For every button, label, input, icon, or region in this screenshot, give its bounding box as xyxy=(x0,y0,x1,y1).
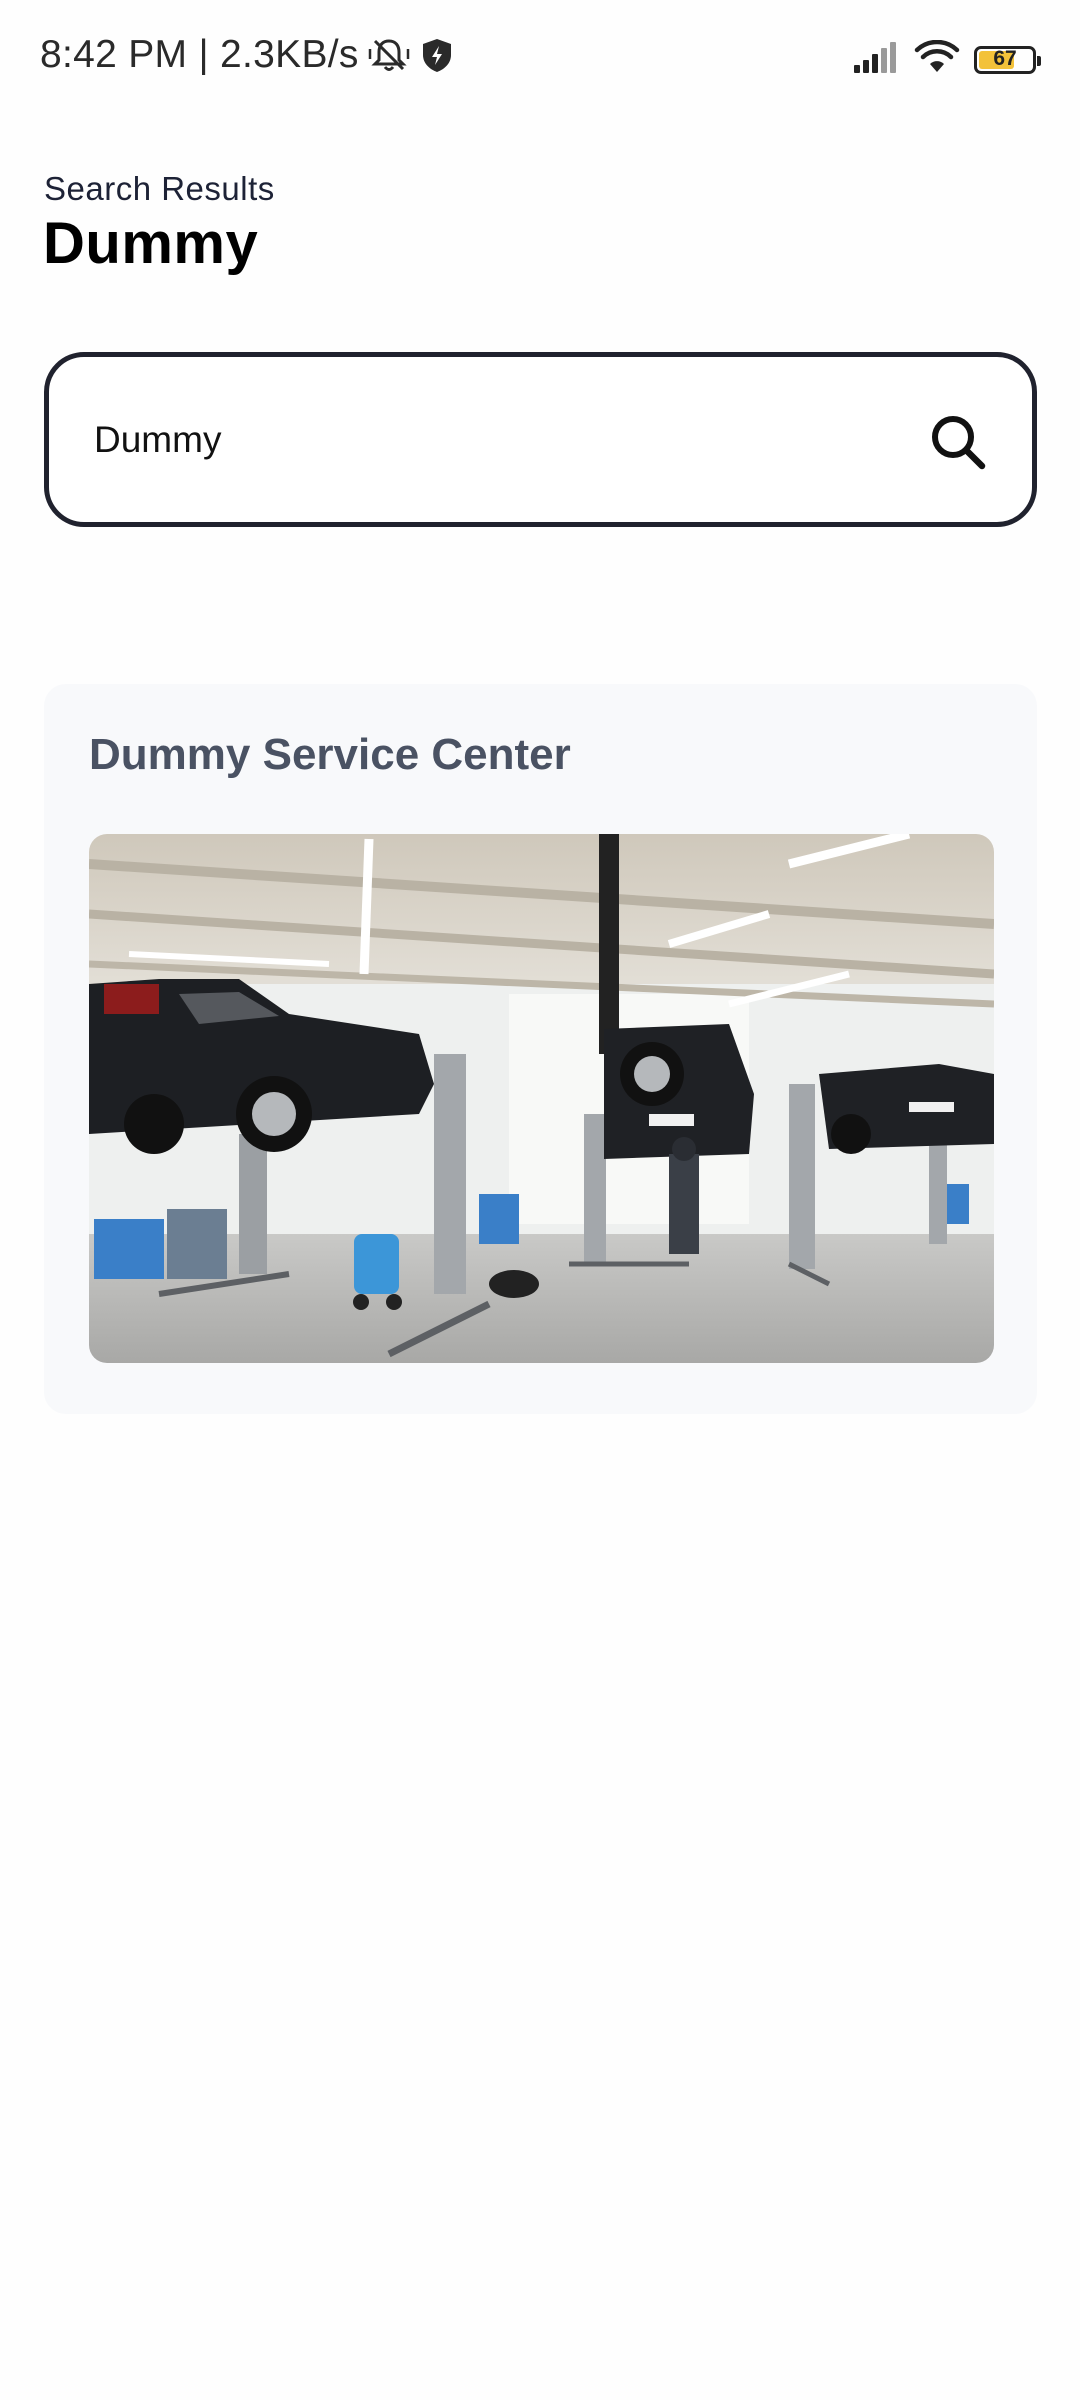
wifi-icon xyxy=(914,39,960,79)
status-right: 67 xyxy=(852,39,1041,79)
service-center-image[interactable] xyxy=(89,834,994,1363)
screen: 8:42 PM | 2.3KB/s 67 Search Results Dumm… xyxy=(0,0,1080,2400)
page-subtitle: Search Results xyxy=(44,170,275,207)
search-box[interactable] xyxy=(44,352,1037,527)
search-input[interactable] xyxy=(94,357,894,522)
shield-icon xyxy=(419,35,455,75)
battery-level: 67 xyxy=(993,46,1017,70)
status-time: 8:42 PM xyxy=(40,33,188,76)
mute-icon xyxy=(367,35,411,75)
battery-tip xyxy=(1037,55,1041,66)
search-icon[interactable] xyxy=(928,412,988,472)
page-title: Dummy xyxy=(43,211,259,276)
signal-icon xyxy=(852,41,900,78)
garage-photo xyxy=(89,834,994,1363)
result-title: Dummy Service Center xyxy=(89,730,571,779)
status-bar: 8:42 PM | 2.3KB/s 67 xyxy=(0,0,1080,125)
network-speed: 2.3KB/s xyxy=(220,33,359,76)
battery-icon: 67 xyxy=(974,45,1041,74)
status-left: 8:42 PM | 2.3KB/s xyxy=(40,33,455,77)
result-card[interactable]: Dummy Service Center xyxy=(44,684,1037,1414)
status-separator: | xyxy=(187,33,221,76)
